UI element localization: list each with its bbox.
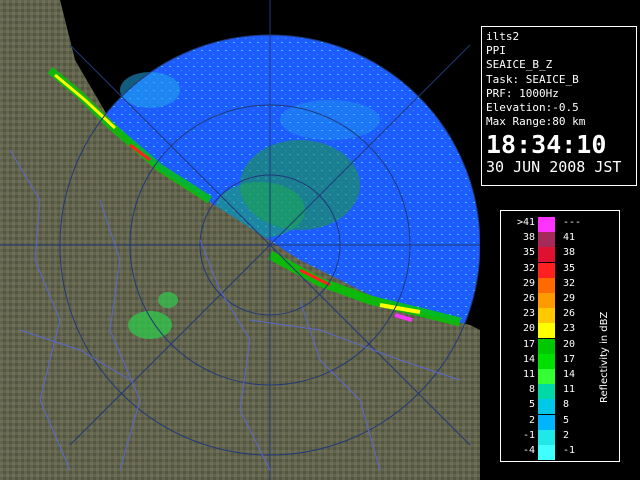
scale-low-value: -1 (522, 429, 535, 441)
scale-low-value: 23 (522, 308, 535, 320)
scale-swatch (538, 293, 555, 308)
scale-swatch (538, 232, 555, 248)
scale-swatch (538, 308, 555, 324)
scale-row: 58 (501, 399, 601, 415)
scale-high-value: 35 (563, 262, 576, 274)
scale-swatch (538, 384, 555, 400)
scale-swatch (538, 353, 555, 369)
scale-high-value: --- (563, 217, 582, 228)
scale-title: Reflectivity in dBZ (599, 311, 610, 403)
scale-high-value: 11 (563, 384, 576, 396)
scale-row: 26 29 (501, 293, 601, 308)
scale-row: 20 23 (501, 323, 601, 339)
reflectivity-scale: >41 --- 38 41 35 38 32 35 29 32 26 29 23 26 20 23 17 20 14… (500, 210, 620, 462)
prf-label: PRF: 1000Hz (486, 86, 559, 100)
scale-swatch (538, 247, 555, 263)
scale-row: -1 2 (501, 429, 601, 445)
scale-row: -4 -1 (501, 445, 601, 460)
scale-low-value: 32 (522, 262, 535, 274)
scan-time: 18:34:10 (486, 130, 607, 160)
scale-swatch (538, 414, 555, 430)
scale-swatch (538, 217, 555, 232)
elevation-label: Elevation:-0.5 (486, 101, 579, 115)
info-panel: ilts2 PPI SEAICE_B_Z Task: SEAICE_B PRF:… (481, 26, 637, 186)
scale-low-value: 20 (522, 323, 535, 335)
scale-low-value: 35 (522, 247, 535, 259)
scan-date: 30 JUN 2008 JST (486, 158, 622, 177)
scale-swatch (538, 445, 555, 460)
scale-low-value: 14 (522, 353, 535, 365)
scale-row: >41 --- (501, 217, 601, 232)
radar-ppi-map (0, 0, 480, 480)
scale-low-value: 38 (522, 232, 535, 244)
scale-high-value: 41 (563, 232, 576, 244)
scale-row: 17 20 (501, 338, 601, 354)
range-label: Max Range:80 km (486, 115, 586, 129)
scale-row: 29 32 (501, 277, 601, 293)
scale-high-value: 17 (563, 353, 576, 365)
scale-row: 25 (501, 414, 601, 430)
scale-low-value: 17 (522, 338, 535, 350)
task-label: Task: SEAICE_B (486, 72, 579, 86)
scale-swatch (538, 262, 555, 278)
scale-high-value: 14 (563, 369, 576, 380)
scale-high-value: 23 (563, 323, 576, 335)
scale-low-value: 11 (522, 369, 535, 380)
scale-row: 11 14 (501, 369, 601, 384)
scale-high-value: 32 (563, 277, 576, 289)
scale-swatch (538, 323, 555, 339)
scale-row: 8 11 (501, 384, 601, 400)
site-name: ilts2 (486, 30, 520, 43)
scale-high-value: 5 (563, 414, 570, 426)
scale-row: 23 26 (501, 308, 601, 324)
scale-row: 14 17 (501, 353, 601, 369)
scale-high-value: 2 (563, 429, 570, 441)
scale-low-value: >41 (516, 217, 535, 228)
scale-low-value: 26 (522, 293, 535, 304)
scale-high-value: -1 (563, 445, 576, 456)
scale-swatch (538, 277, 555, 293)
scale-low-value: 8 (528, 384, 535, 396)
scale-low-value: -4 (522, 445, 535, 456)
scale-low-value: 2 (528, 414, 535, 426)
scale-low-value: 29 (522, 277, 535, 289)
scale-high-value: 20 (563, 338, 576, 350)
scale-swatch (538, 399, 555, 415)
scale-high-value: 8 (563, 399, 570, 411)
product-type: PPI (486, 44, 506, 58)
scale-high-value: 26 (563, 308, 576, 320)
scale-high-value: 29 (563, 293, 576, 304)
scale-row: 32 35 (501, 262, 601, 278)
scale-row: 35 38 (501, 247, 601, 263)
scale-swatch (538, 429, 555, 445)
scale-swatch (538, 338, 555, 354)
scale-low-value: 5 (528, 399, 535, 411)
scale-row: 38 41 (501, 232, 601, 248)
scan-name: SEAICE_B_Z (486, 58, 553, 72)
scale-high-value: 38 (563, 247, 576, 259)
scale-swatch (538, 369, 555, 384)
